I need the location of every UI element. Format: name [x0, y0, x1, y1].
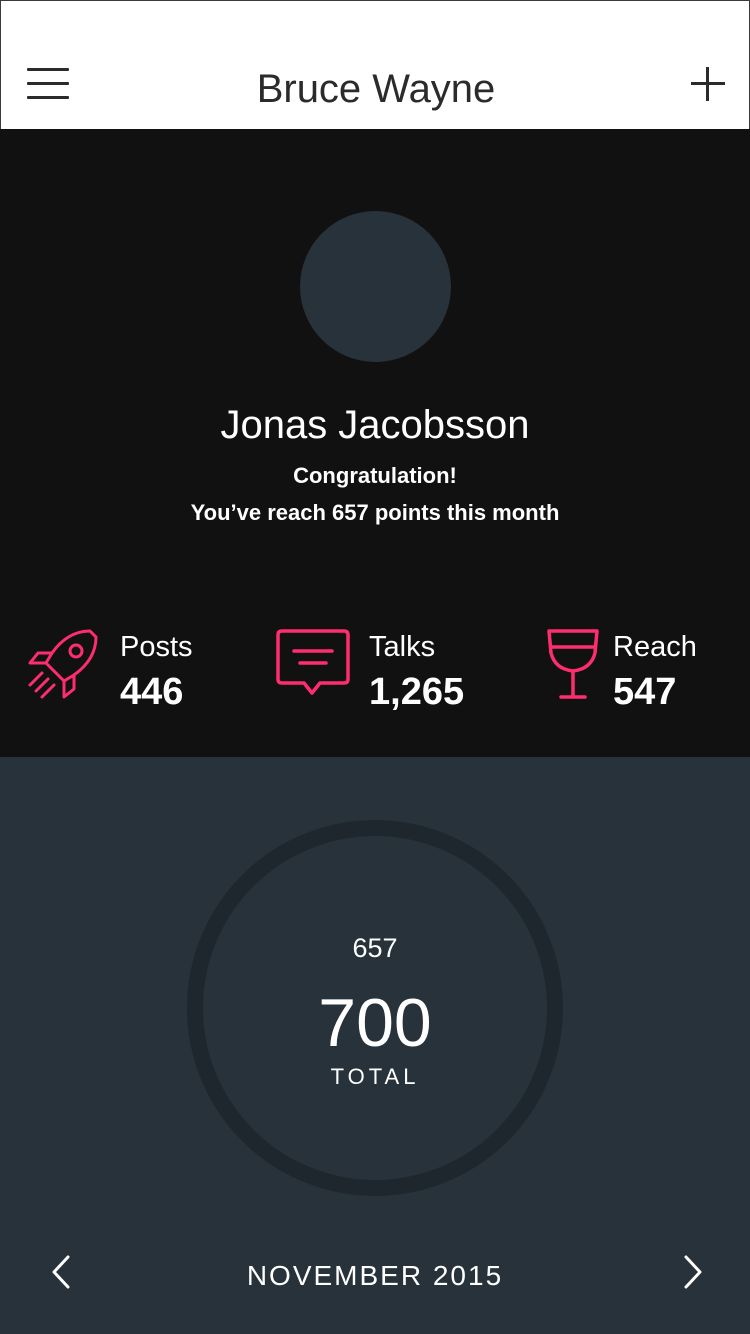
monthly-summary: 657 700 TOTAL NOVEMBER 2015	[0, 757, 750, 1334]
total-label: TOTAL	[330, 1064, 420, 1089]
stat-label: Talks	[369, 631, 436, 663]
page-title: Bruce Wayne	[256, 67, 496, 111]
chevron-right-icon[interactable]	[672, 1251, 712, 1295]
stat-talks[interactable]: Talks 1,265	[274, 627, 504, 717]
congrats-text: Congratulation!	[293, 463, 457, 488]
stat-value: 547	[613, 671, 677, 713]
profile-name: Jonas Jacobsson	[220, 403, 530, 447]
profile-section: Jonas Jacobsson Congratulation! You’ve r…	[0, 129, 750, 757]
avatar[interactable]	[300, 211, 451, 362]
stat-value: 1,265	[369, 671, 465, 713]
points-message: You’ve reach 657 points this month	[190, 500, 560, 525]
chat-bubble-icon	[276, 629, 350, 695]
stat-label: Reach	[613, 631, 697, 663]
current-points: 657	[352, 933, 398, 963]
wine-glass-icon	[547, 629, 599, 699]
stat-reach[interactable]: Reach 547	[545, 627, 745, 717]
top-bar: Bruce Wayne	[0, 0, 750, 129]
plus-icon[interactable]	[687, 63, 729, 105]
total-points: 700	[318, 985, 432, 1061]
rocket-icon	[28, 629, 98, 699]
month-label: NOVEMBER 2015	[246, 1260, 504, 1291]
stat-posts[interactable]: Posts 446	[24, 627, 224, 717]
stat-value: 446	[120, 671, 184, 713]
stat-label: Posts	[120, 631, 193, 663]
